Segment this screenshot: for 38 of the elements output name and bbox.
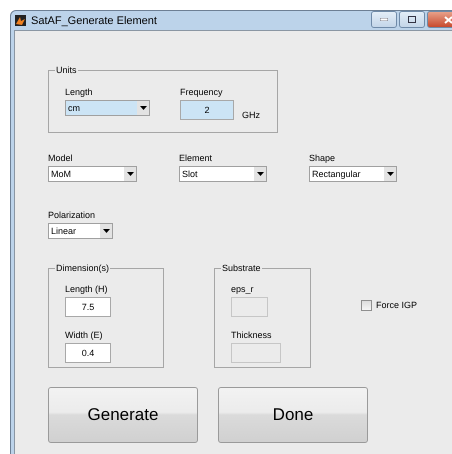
length-dropdown[interactable]: cm — [65, 100, 150, 116]
caret-icon — [124, 167, 136, 181]
field-label: Model — [48, 153, 74, 163]
unit-label: GHz — [242, 110, 260, 120]
dropdown[interactable]: Slot — [179, 166, 267, 182]
done-button[interactable]: Done — [218, 387, 368, 443]
panel-title: Units — [55, 65, 78, 75]
maximize-icon — [408, 16, 416, 23]
input-field[interactable]: 0.4 — [65, 343, 111, 363]
checkbox[interactable] — [361, 300, 372, 311]
input-field[interactable]: 7.5 — [65, 297, 111, 317]
field-label: Length — [65, 87, 94, 97]
minimize-icon — [380, 18, 388, 21]
dropdown[interactable]: Linear — [48, 223, 113, 239]
field-label: Length (H) — [65, 284, 109, 294]
checkbox-label: Force IGP — [376, 300, 418, 310]
generate-button[interactable]: Generate — [48, 387, 198, 443]
close-icon — [444, 16, 452, 24]
field-label: eps_r — [231, 284, 255, 294]
app-logo-icon — [15, 15, 26, 26]
frequency-field[interactable]: 2 — [180, 100, 234, 120]
caret-icon — [137, 101, 149, 115]
caret-icon — [254, 167, 266, 181]
panel-title: Dimension(s) — [55, 263, 110, 273]
field-label: Shape — [309, 153, 336, 163]
minimize-button[interactable] — [371, 11, 397, 28]
field-label: Polarization — [48, 210, 96, 220]
field-label: Width (E) — [65, 330, 104, 340]
caret-icon — [100, 224, 112, 238]
maximize-button[interactable] — [399, 11, 425, 28]
dropdown[interactable]: MoM — [48, 166, 137, 182]
caret-icon — [384, 167, 396, 181]
panel-title: Substrate — [221, 263, 262, 273]
field-label: Thickness — [231, 330, 273, 340]
field-label: Element — [179, 153, 214, 163]
field-label: Frequency — [180, 87, 224, 97]
dropdown[interactable]: Rectangular — [309, 166, 397, 182]
window-title: SatAF_Generate Element — [31, 14, 158, 26]
